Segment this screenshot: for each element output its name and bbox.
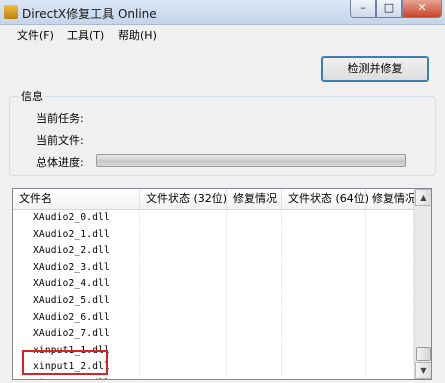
file-name: XAudio2_4.dll — [33, 278, 110, 290]
detect-and-repair-button[interactable]: 检测并修复 — [321, 56, 429, 82]
list-cell — [366, 211, 414, 227]
list-item[interactable]: XAudio2_1.dll — [13, 227, 414, 244]
file-name: xinput1_3.dll — [33, 378, 110, 379]
list-cell — [140, 360, 227, 377]
list-cell — [282, 360, 366, 377]
window-title: DirectX修复工具 Online — [22, 7, 157, 21]
list-item[interactable]: XAudio2_0.dll — [13, 211, 414, 227]
list-item[interactable]: XAudio2_7.dll — [13, 327, 414, 344]
list-cell — [366, 260, 414, 277]
list-cell — [227, 260, 282, 277]
menu-file[interactable]: 文件(F) — [17, 27, 54, 43]
list-cell — [227, 277, 282, 294]
list-cell — [282, 211, 366, 227]
list-cell — [282, 294, 366, 310]
current-file-label: 当前文件: — [36, 134, 84, 147]
list-cell — [140, 327, 227, 344]
file-name: XAudio2_7.dll — [33, 328, 110, 340]
list-cell — [227, 211, 282, 227]
list-cell — [282, 343, 366, 360]
list-cell — [227, 377, 282, 379]
column-header-status-64[interactable]: 文件状态 (64位) — [282, 189, 369, 209]
list-cell — [227, 310, 282, 327]
menu-tools[interactable]: 工具(T) — [67, 27, 104, 43]
vertical-scrollbar[interactable]: ▲ ▼ — [414, 189, 431, 379]
maximize-button[interactable]: □ — [376, 0, 402, 18]
list-cell — [366, 310, 414, 327]
menu-bar: 文件(F) 工具(T) 帮助(H) — [0, 25, 445, 43]
list-cell — [282, 227, 366, 244]
list-item[interactable]: XAudio2_5.dll — [13, 294, 414, 310]
list-header: 文件名 文件状态 (32位) 修复情况 文件状态 (64位) 修复情况 — [13, 189, 416, 210]
menu-help[interactable]: 帮助(H) — [118, 27, 157, 43]
current-task-label: 当前任务: — [36, 112, 84, 125]
file-name: XAudio2_2.dll — [33, 245, 110, 257]
file-name: XAudio2_3.dll — [33, 261, 110, 273]
list-cell — [140, 377, 227, 379]
list-cell — [366, 327, 414, 344]
list-cell — [366, 377, 414, 379]
list-cell — [282, 310, 366, 327]
list-item[interactable]: XAudio2_2.dll — [13, 244, 414, 261]
main-window: DirectX修复工具 Online – □ ✕ 文件(F) 工具(T) 帮助(… — [0, 0, 445, 383]
list-cell — [366, 244, 414, 261]
scroll-thumb[interactable] — [416, 347, 431, 361]
list-item[interactable]: XAudio2_4.dll — [13, 277, 414, 294]
list-cell — [282, 260, 366, 277]
overall-progress-bar — [96, 154, 406, 167]
list-cell — [140, 310, 227, 327]
list-cell — [140, 343, 227, 360]
column-header-repair-32[interactable]: 修复情况 — [227, 189, 282, 209]
list-cell — [366, 277, 414, 294]
list-cell — [227, 360, 282, 377]
file-name: XAudio2_1.dll — [33, 228, 110, 240]
list-cell — [282, 377, 366, 379]
list-cell — [366, 227, 414, 244]
list-cell — [366, 294, 414, 310]
chevron-up-icon[interactable]: ▲ — [415, 189, 431, 206]
title-bar[interactable]: DirectX修复工具 Online – □ ✕ — [0, 0, 445, 25]
list-cell — [282, 327, 366, 344]
list-cell — [140, 227, 227, 244]
highlight-box — [22, 350, 108, 375]
list-cell — [227, 327, 282, 344]
list-cell — [140, 277, 227, 294]
list-cell — [282, 244, 366, 261]
list-item[interactable]: XAudio2_6.dll — [13, 310, 414, 327]
list-cell — [227, 294, 282, 310]
list-cell — [227, 244, 282, 261]
list-cell — [282, 277, 366, 294]
column-header-status-32[interactable]: 文件状态 (32位) — [140, 189, 227, 209]
column-header-repair-64[interactable]: 修复情况 — [366, 189, 416, 209]
app-icon — [4, 5, 18, 19]
minimize-button[interactable]: – — [350, 0, 376, 18]
list-item[interactable]: XAudio2_3.dll — [13, 260, 414, 277]
info-group-title: 信息 — [19, 88, 45, 104]
list-cell — [140, 294, 227, 310]
column-header-filename[interactable]: 文件名 — [13, 189, 140, 209]
list-cell — [227, 343, 282, 360]
chevron-down-icon[interactable]: ▼ — [415, 362, 431, 379]
file-name: XAudio2_5.dll — [33, 295, 110, 306]
list-cell — [140, 260, 227, 277]
file-name: XAudio2_0.dll — [33, 212, 110, 223]
list-cell — [227, 227, 282, 244]
list-cell — [366, 360, 414, 377]
list-item[interactable]: xinput1_3.dll — [13, 377, 414, 379]
list-cell — [140, 244, 227, 261]
overall-progress-label: 总体进度: — [36, 156, 84, 169]
list-cell — [366, 343, 414, 360]
file-name: XAudio2_6.dll — [33, 311, 110, 323]
list-cell — [140, 211, 227, 227]
close-button[interactable]: ✕ — [402, 0, 442, 18]
